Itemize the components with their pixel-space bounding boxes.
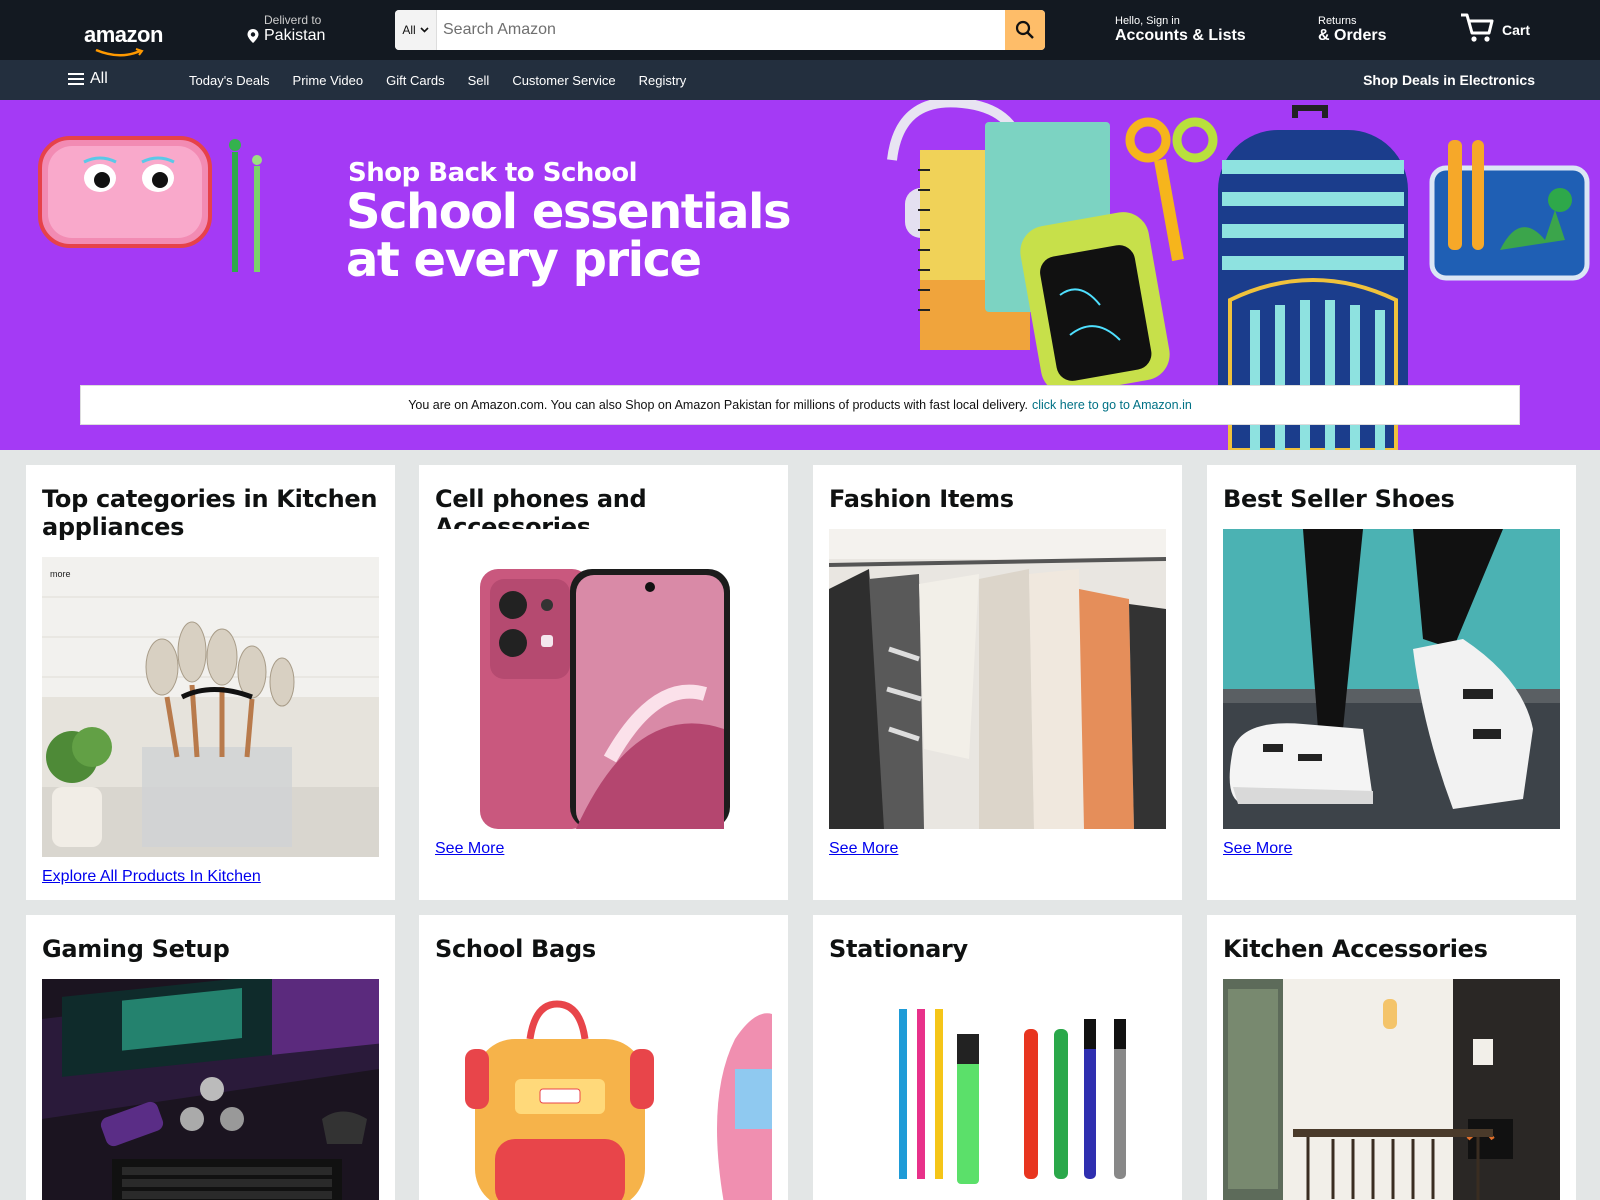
search-button[interactable] xyxy=(1005,10,1045,50)
nav-links: Today's Deals Prime Video Gift Cards Sel… xyxy=(189,73,686,88)
returns-label: Returns xyxy=(1318,15,1357,27)
card-school-bags: School Bags xyxy=(419,915,788,1200)
account-lists-label: Accounts & Lists xyxy=(1115,27,1246,44)
deliver-label: Deliverd to xyxy=(264,13,322,27)
card-title: Stationary xyxy=(829,935,968,963)
dining-room-image[interactable] xyxy=(1223,979,1560,1200)
deliver-location: Pakistan xyxy=(264,27,326,44)
card-title: Gaming Setup xyxy=(42,935,230,963)
card-title: Kitchen Accessories xyxy=(1223,935,1488,963)
card-best-seller-shoes: Best Seller Shoes See More xyxy=(1207,465,1576,900)
secondary-navbar: All Today's Deals Prime Video Gift Cards… xyxy=(0,60,1600,100)
nav-link-gift-cards[interactable]: Gift Cards xyxy=(386,73,445,88)
nav-deals-electronics[interactable]: Shop Deals in Electronics xyxy=(1363,72,1535,88)
region-notice: You are on Amazon.com. You can also Shop… xyxy=(80,385,1520,425)
logo-smile-icon xyxy=(95,48,144,57)
notice-link[interactable]: click here to go to Amazon.in xyxy=(1032,398,1192,412)
cart-icon xyxy=(1461,13,1494,42)
clothes-rack-image[interactable] xyxy=(829,529,1166,829)
card-title: School Bags xyxy=(435,935,596,963)
card-kitchen-appliances: Top categories in Kitchen appliances mor… xyxy=(26,465,395,900)
nav-link-registry[interactable]: Registry xyxy=(639,73,687,88)
card-cell-phones: Cell phones and Accessories See More xyxy=(419,465,788,900)
card-title: Best Seller Shoes xyxy=(1223,485,1455,513)
gaming-desk-image[interactable] xyxy=(42,979,379,1200)
nav-link-sell[interactable]: Sell xyxy=(468,73,490,88)
card-title: Top categories in Kitchen appliances xyxy=(42,485,378,541)
top-navbar: amazon Deliverd to Pakistan All Search A… xyxy=(0,0,1600,60)
deliver-to[interactable]: Deliverd to Pakistan xyxy=(246,13,366,45)
card-kitchen-accessories: Kitchen Accessories xyxy=(1207,915,1576,1200)
sneaker-image[interactable] xyxy=(1223,529,1560,829)
search-bar: All xyxy=(395,10,1045,50)
card-stationary: Stationary xyxy=(813,915,1182,1200)
hamburger-icon xyxy=(68,73,84,85)
hero-title-line2: at every price xyxy=(346,232,702,288)
search-category-label: All xyxy=(402,23,416,37)
kitchen-utensils-image[interactable]: more xyxy=(42,557,379,857)
card-fashion-items: Fashion Items See More xyxy=(813,465,1182,900)
notice-text: You are on Amazon.com. You can also Shop… xyxy=(408,398,1028,412)
search-category-dropdown[interactable]: All xyxy=(395,10,437,50)
search-input[interactable] xyxy=(437,10,1005,50)
cart-button[interactable]: Cart xyxy=(1460,12,1530,44)
hero-title-line1: School essentials xyxy=(346,184,792,240)
card-title: Fashion Items xyxy=(829,485,1014,513)
nav-link-customer-service[interactable]: Customer Service xyxy=(512,73,615,88)
svg-text:more: more xyxy=(50,569,71,579)
returns-orders[interactable]: Returns & Orders xyxy=(1318,15,1386,45)
see-more-phones-link[interactable]: See More xyxy=(435,840,504,858)
amazon-logo[interactable]: amazon xyxy=(84,22,164,58)
see-more-fashion-link[interactable]: See More xyxy=(829,840,898,858)
card-gaming-setup: Gaming Setup xyxy=(26,915,395,1200)
location-pin-icon xyxy=(247,29,259,43)
chevron-down-icon xyxy=(420,27,429,33)
explore-kitchen-link[interactable]: Explore All Products In Kitchen xyxy=(42,868,261,886)
logo-text: amazon xyxy=(84,22,163,47)
account-greeting: Hello, Sign in xyxy=(1115,15,1180,27)
all-menu-button[interactable]: All xyxy=(68,70,108,88)
pink-phone-image[interactable] xyxy=(435,529,772,829)
search-icon xyxy=(1015,20,1034,39)
backpack-image[interactable] xyxy=(435,979,772,1200)
all-menu-label: All xyxy=(90,70,108,87)
nav-link-prime-video[interactable]: Prime Video xyxy=(293,73,364,88)
account-menu[interactable]: Hello, Sign in Accounts & Lists xyxy=(1115,15,1246,45)
see-more-shoes-link[interactable]: See More xyxy=(1223,840,1292,858)
cart-label: Cart xyxy=(1502,22,1531,38)
orders-label: & Orders xyxy=(1318,27,1387,44)
hero-title: School essentials at every price xyxy=(346,188,826,284)
nav-link-todays-deals[interactable]: Today's Deals xyxy=(189,73,270,88)
pens-markers-image[interactable] xyxy=(829,979,1166,1200)
